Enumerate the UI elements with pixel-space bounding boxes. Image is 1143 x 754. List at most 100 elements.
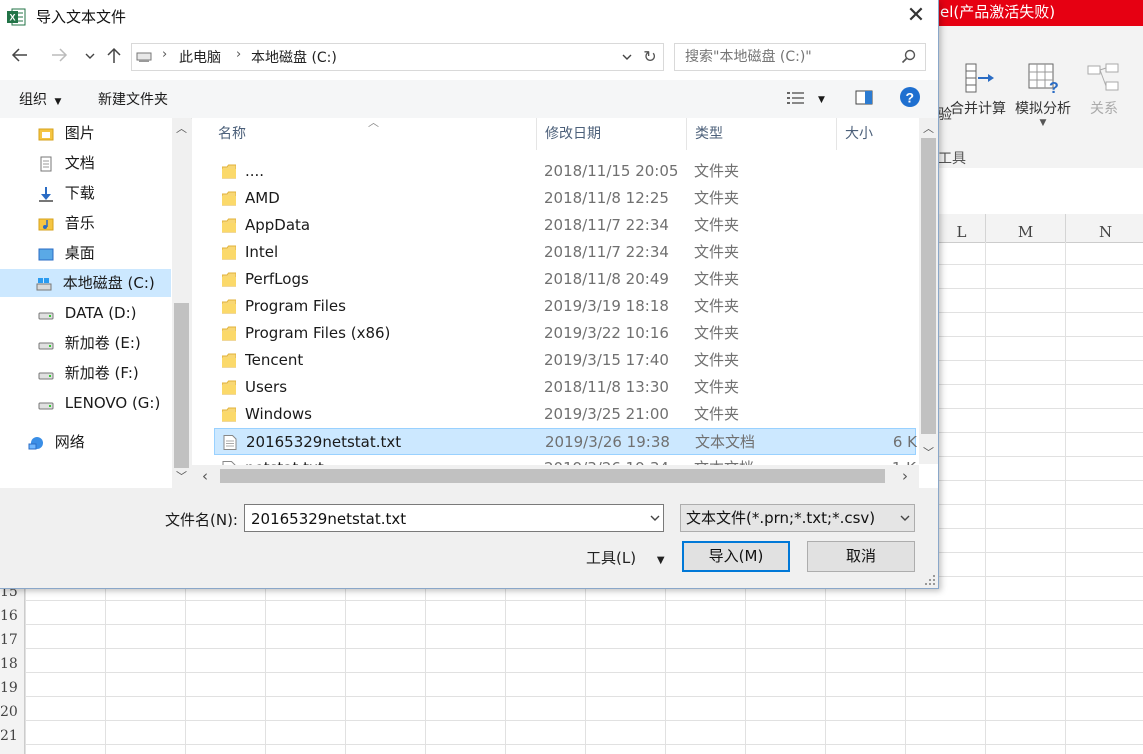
row-header[interactable]: 18	[0, 652, 24, 676]
nav-item-lenovo-g[interactable]: LENOVO (G:)	[38, 389, 171, 417]
nav-item-downloads[interactable]: 下载	[38, 179, 171, 207]
nav-item-local-disk-c[interactable]: 本地磁盘 (C:)	[0, 269, 171, 297]
help-button[interactable]: ?	[899, 86, 921, 112]
column-header-m[interactable]: M	[986, 214, 1066, 242]
scroll-up-icon[interactable]: ︿	[176, 120, 187, 136]
file-row[interactable]: Intel 2018/11/7 22:34 文件夹	[214, 239, 916, 266]
filename-input[interactable]	[249, 508, 633, 530]
nav-item-data-d[interactable]: DATA (D:)	[38, 299, 171, 327]
file-name: Tencent	[245, 351, 304, 369]
preview-pane-button[interactable]	[855, 90, 873, 109]
view-options-dropdown[interactable]: ▼	[818, 90, 825, 106]
file-row[interactable]: AMD 2018/11/8 12:25 文件夹	[214, 185, 916, 212]
scroll-left-icon[interactable]: ‹	[202, 467, 208, 485]
organize-menu[interactable]: 组织 ▼	[19, 89, 61, 109]
filename-combobox[interactable]	[244, 504, 664, 532]
recent-locations-button[interactable]	[79, 46, 101, 68]
music-icon	[38, 218, 54, 230]
nav-item-volume-f[interactable]: 新加卷 (F:)	[38, 359, 171, 387]
refresh-icon: ↻	[643, 47, 657, 66]
excel-row-headers: 15 16 17 18 19 20 21	[0, 580, 25, 754]
tools-menu[interactable]: 工具(L) ▼	[586, 547, 665, 568]
scroll-right-icon[interactable]: ›	[902, 467, 908, 485]
drive-icon	[38, 402, 54, 409]
cancel-button[interactable]: 取消	[807, 541, 915, 572]
up-arrow-icon	[107, 47, 121, 63]
chevron-down-icon	[900, 515, 910, 521]
file-list-hscroll-thumb[interactable]	[220, 469, 885, 483]
nav-item-documents[interactable]: 文档	[38, 149, 171, 177]
row-header[interactable]: 20	[0, 700, 24, 724]
file-row[interactable]: AppData 2018/11/7 22:34 文件夹	[214, 212, 916, 239]
file-list-horizontal-scrollbar[interactable]: ‹ ›	[192, 465, 919, 488]
file-name: PerfLogs	[245, 270, 309, 288]
column-header-n[interactable]: N	[1066, 214, 1143, 242]
folder-icon	[222, 191, 236, 206]
file-row[interactable]: 20165329netstat.txt 2019/3/26 19:38 文本文档 6 …	[214, 428, 917, 455]
file-name: netstat.txt	[245, 455, 535, 465]
nav-pane-scrollbar[interactable]: ︿ ﹀	[172, 118, 191, 488]
nav-item-pictures[interactable]: 图片	[38, 119, 171, 147]
address-bar[interactable]: › 此电脑 › 本地磁盘 (C:)	[131, 43, 639, 71]
close-button[interactable]: ✕	[894, 0, 938, 34]
nav-item-label: LENOVO (G:)	[64, 394, 161, 412]
search-box[interactable]	[674, 43, 926, 71]
excel-title-text: el(产品激活失败)	[940, 3, 1056, 21]
consolidate-icon	[965, 63, 994, 93]
file-row[interactable]: .... 2018/11/15 20:05 文件夹	[214, 158, 916, 185]
consolidate-button[interactable]: 合并计算	[950, 62, 1006, 118]
breadcrumb-this-pc[interactable]: 此电脑	[179, 47, 221, 67]
scroll-down-icon[interactable]: ﹀	[923, 444, 934, 460]
file-row[interactable]: Users 2018/11/8 13:30 文件夹	[214, 374, 916, 401]
new-folder-button[interactable]: 新建文件夹	[98, 89, 168, 109]
file-row[interactable]: netstat.txt 2019/3/26 19:34 文本文档 1 K	[214, 455, 916, 465]
file-type: 文本文档	[695, 433, 756, 451]
scroll-down-icon[interactable]: ﹀	[176, 468, 187, 484]
row-header[interactable]: 17	[0, 628, 24, 652]
file-type: 文件夹	[694, 324, 740, 342]
nav-item-label: 网络	[54, 433, 85, 451]
nav-item-music[interactable]: 音乐	[38, 209, 171, 237]
search-icon[interactable]	[901, 49, 917, 65]
row-header[interactable]: 21	[0, 724, 24, 748]
file-row[interactable]: Program Files (x86) 2019/3/22 10:16 文件夹	[214, 320, 916, 347]
filetype-select[interactable]: 文本文件(*.prn;*.txt;*.csv)	[680, 504, 915, 532]
file-size	[844, 293, 916, 320]
what-if-analysis-button[interactable]: ? 模拟分析 ▼	[1015, 62, 1071, 128]
row-header[interactable]: 19	[0, 676, 24, 700]
search-input[interactable]	[683, 46, 897, 68]
back-button[interactable]	[9, 46, 31, 68]
dialog-title-bar[interactable]: X 导入文本文件 ✕	[0, 0, 938, 34]
nav-item-desktop[interactable]: 桌面	[38, 239, 171, 267]
nav-item-volume-e[interactable]: 新加卷 (E:)	[38, 329, 171, 357]
nav-item-label: 音乐	[64, 214, 95, 232]
nav-pane-scroll-thumb[interactable]	[174, 303, 189, 468]
change-view-button[interactable]	[786, 91, 806, 109]
file-row[interactable]: PerfLogs 2018/11/8 20:49 文件夹	[214, 266, 916, 293]
nav-item-label: 新加卷 (E:)	[64, 334, 141, 352]
import-button[interactable]: 导入(M)	[682, 541, 790, 572]
scroll-up-icon[interactable]: ︿	[923, 120, 934, 136]
forward-button[interactable]	[48, 46, 70, 68]
file-row[interactable]: Windows 2019/3/25 21:00 文件夹	[214, 401, 916, 428]
refresh-button[interactable]: ↻	[637, 43, 664, 71]
file-row[interactable]: Tencent 2019/3/15 17:40 文件夹	[214, 347, 916, 374]
resize-grip-icon[interactable]	[924, 574, 936, 586]
folder-icon	[222, 272, 236, 287]
row-header[interactable]: 16	[0, 604, 24, 628]
file-list-scroll-thumb[interactable]	[921, 138, 936, 434]
chevron-down-icon[interactable]	[649, 512, 661, 524]
file-list-vertical-scrollbar[interactable]: ︿ ﹀	[919, 118, 938, 464]
nav-item-network[interactable]: 网络	[28, 428, 171, 456]
what-if-dropdown-icon: ▼	[1039, 118, 1047, 128]
column-header-l[interactable]: L	[938, 214, 986, 242]
dialog-footer	[0, 488, 938, 588]
up-button[interactable]	[103, 46, 125, 68]
file-name: Program Files (x86)	[245, 324, 391, 342]
address-history-dropdown-icon[interactable]	[621, 51, 633, 63]
breadcrumb-local-disk[interactable]: 本地磁盘 (C:)	[251, 47, 337, 67]
file-size	[844, 401, 916, 428]
details-view-icon	[787, 92, 804, 104]
file-type: 文件夹	[694, 162, 740, 180]
file-row[interactable]: Program Files 2019/3/19 18:18 文件夹	[214, 293, 916, 320]
